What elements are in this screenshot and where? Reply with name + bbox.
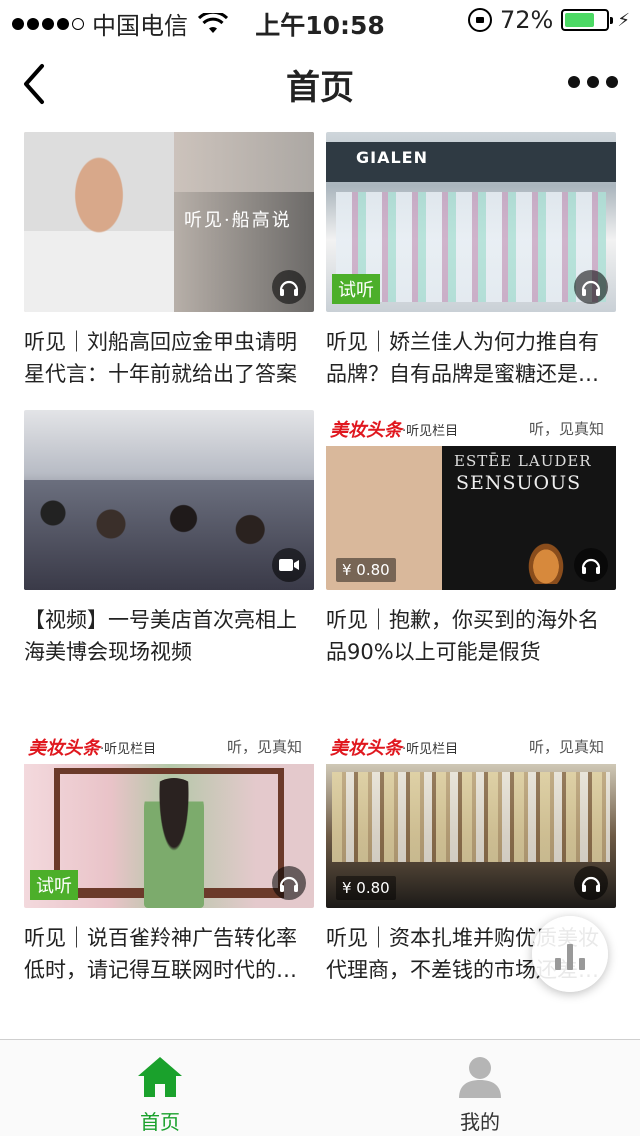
trial-badge: 试听 (332, 274, 380, 304)
portrait-image (24, 132, 174, 312)
article-card[interactable]: 美妆头条 ·听见栏目 听，见真知 ESTĒE LAUDER SENSUOUS ¥… (326, 410, 616, 668)
article-card[interactable]: 【视频】一号美店首次亮相上海美博会现场视频 (24, 410, 314, 668)
article-title: 听见｜说百雀羚神广告转化率低时，请记得互联网时代的本质 (24, 926, 297, 982)
rotation-lock-icon (468, 8, 493, 32)
tab-label: 首页 (140, 1110, 180, 1134)
tab-profile[interactable]: 我的 (320, 1040, 640, 1136)
headphones-icon (574, 548, 608, 582)
price-tag: ¥ 0.80 (336, 876, 396, 900)
battery-level (565, 13, 595, 27)
status-bar: 中国电信 上午10:58 72% ⚡ (0, 0, 640, 40)
article-thumbnail: 美妆头条 ·听见栏目 听，见真知 ESTĒE LAUDER SENSUOUS ¥… (326, 410, 616, 590)
audio-bar-icon (555, 958, 561, 970)
home-icon (138, 1057, 182, 1097)
slogan: 听，见真知 (528, 420, 604, 438)
audio-bar-icon (567, 944, 573, 970)
article-thumbnail: GIALEN 试听 (326, 132, 616, 312)
article-title: 【视频】一号美店首次亮相上海美博会现场视频 (24, 608, 297, 664)
slogan: 听，见真知 (528, 738, 604, 756)
ad-product-text: SENSUOUS (456, 472, 582, 494)
article-card[interactable]: 听见·船高说 听见｜刘船高回应金甲虫请明星代言：十年前就给出了答案 (24, 132, 314, 390)
battery-percent: 72% (500, 6, 554, 34)
price-tag: ¥ 0.80 (336, 558, 396, 582)
article-thumbnail (24, 410, 314, 590)
brand-logo: 美妆头条 (330, 420, 402, 441)
thumbnail-caption: 听见·船高说 (184, 210, 292, 231)
store-brand-text: GIALEN (356, 148, 428, 167)
headphones-icon (574, 270, 608, 304)
profile-icon (459, 1057, 501, 1098)
video-icon (272, 548, 306, 582)
column-label: ·听见栏目 (402, 742, 459, 757)
article-thumbnail: 美妆头条 ·听见栏目 听，见真知 ¥ 0.80 (326, 728, 616, 908)
tab-home[interactable]: 首页 (0, 1040, 320, 1136)
brand-logo: 美妆头条 (330, 738, 402, 759)
headphones-icon (574, 866, 608, 900)
headphones-icon (272, 866, 306, 900)
article-card[interactable]: GIALEN 试听 听见｜娇兰佳人为何力推自有品牌？自有品牌是蜜糖还是砒霜 (326, 132, 616, 390)
more-dot-icon (587, 76, 599, 88)
navigation-bar: 首页 (0, 40, 640, 128)
article-thumbnail: 听见·船高说 (24, 132, 314, 312)
page-title: 首页 (286, 68, 354, 108)
headphones-icon (272, 270, 306, 304)
charging-bolt-icon: ⚡ (617, 9, 630, 31)
article-card[interactable]: 美妆头条 ·听见栏目 听，见真知 试听 听见｜说百雀羚神广告转化率低时，请记得互… (24, 728, 314, 986)
more-button[interactable] (568, 76, 618, 88)
column-label: ·听见栏目 (100, 742, 157, 757)
back-chevron-icon[interactable] (18, 62, 54, 106)
column-label: ·听见栏目 (402, 424, 459, 439)
article-title: 听见｜刘船高回应金甲虫请明星代言：十年前就给出了答案 (24, 330, 297, 386)
more-dot-icon (606, 76, 618, 88)
ad-brand-text: ESTĒE LAUDER (454, 452, 592, 470)
more-dot-icon (568, 76, 580, 88)
article-title: 听见｜娇兰佳人为何力推自有品牌？自有品牌是蜜糖还是砒霜 (326, 330, 599, 386)
audio-player-button[interactable] (532, 916, 608, 992)
slogan: 听，见真知 (226, 738, 302, 756)
article-title: 听见｜抱歉，你买到的海外名品90%以上可能是假货 (326, 608, 599, 664)
battery-icon (561, 9, 614, 31)
trial-badge: 试听 (30, 870, 78, 900)
tab-bar: 首页 我的 (0, 1039, 640, 1136)
tab-label: 我的 (460, 1110, 500, 1134)
audio-bar-icon (579, 958, 585, 970)
article-thumbnail: 美妆头条 ·听见栏目 听，见真知 试听 (24, 728, 314, 908)
brand-logo: 美妆头条 (28, 738, 100, 759)
